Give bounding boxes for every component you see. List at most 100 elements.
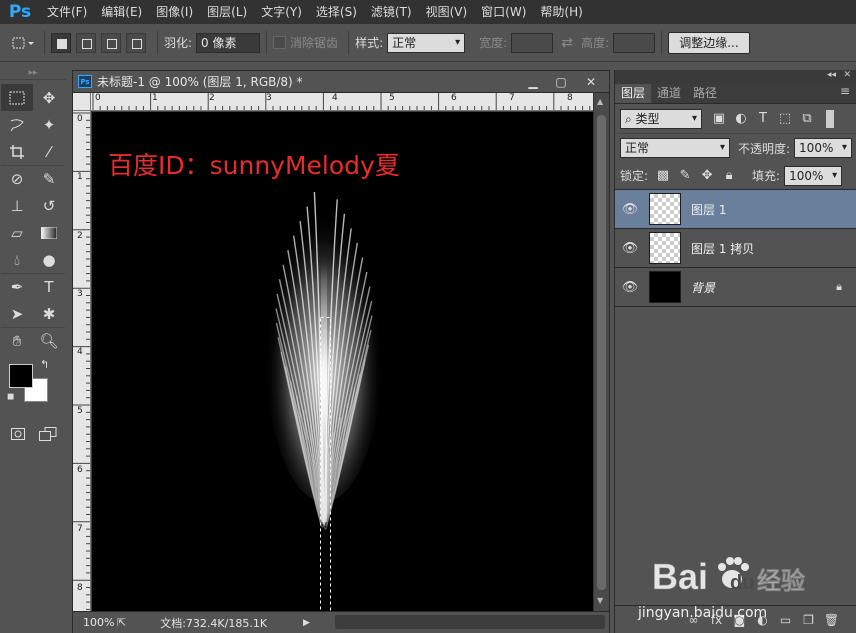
blur-tool-icon[interactable]: 💧︎ (1, 246, 33, 273)
layer-row[interactable]: 👁︎ 图层 1 (615, 190, 856, 229)
scroll-up-icon[interactable]: ▲ (597, 97, 603, 106)
layer-name[interactable]: 背景 (691, 279, 715, 296)
zoom-level[interactable]: 100% (73, 616, 117, 629)
toolbox-grip[interactable]: ▸▸ (0, 66, 66, 80)
vertical-ruler[interactable]: 0 1 2 3 4 5 6 7 8 (73, 111, 91, 611)
menu-file[interactable]: 文件(F) (40, 0, 94, 24)
layer-thumbnail[interactable] (649, 193, 681, 225)
blend-mode-select[interactable]: 正常 (620, 138, 730, 158)
crop-tool-icon[interactable] (1, 138, 33, 165)
layer-thumbnail[interactable] (649, 271, 681, 303)
menu-select[interactable]: 选择(S) (309, 0, 364, 24)
lock-transparency-icon[interactable]: ▩ (652, 168, 674, 183)
screen-mode-icon[interactable] (32, 420, 64, 447)
layer-filter-select[interactable]: ⌕ 类型 (620, 108, 702, 129)
refine-edge-button[interactable]: 调整边缘... (668, 31, 750, 54)
panel-grip[interactable]: ◂◂ ✕ (615, 70, 856, 84)
menu-layer[interactable]: 图层(L) (200, 0, 254, 24)
pixel-filter-icon[interactable]: ▣ (708, 111, 730, 126)
lasso-tool-icon[interactable] (1, 111, 33, 138)
tab-channels[interactable]: 通道 (651, 84, 687, 103)
healing-brush-tool-icon[interactable]: ⊘ (1, 165, 33, 192)
document-size-info[interactable]: 文档:732.4K/185.1K (160, 615, 267, 631)
horizontal-scrollbar[interactable] (335, 615, 605, 629)
type-tool-icon[interactable]: T (33, 273, 65, 300)
horizontal-ruler[interactable]: 0 1 2 3 4 5 6 7 8 (91, 93, 593, 111)
minimize-icon[interactable]: ▁ (521, 74, 545, 90)
foreground-color-swatch[interactable] (9, 364, 33, 388)
smart-object-filter-icon[interactable]: ⧉ (796, 111, 818, 126)
zoom-tool-icon[interactable]: 🔍︎ (33, 327, 65, 354)
eraser-tool-icon[interactable]: ▱ (1, 219, 33, 246)
tab-paths[interactable]: 路径 (687, 84, 723, 103)
style-select[interactable]: 正常 (387, 32, 466, 53)
close-panel-icon[interactable]: ✕ (843, 70, 851, 80)
magic-wand-tool-icon[interactable]: ✦ (33, 111, 65, 138)
fill-input[interactable]: 100% (784, 165, 843, 186)
intersect-selection-button[interactable] (126, 32, 146, 53)
ruler-origin[interactable] (73, 93, 91, 111)
layer-filter-label: 类型 (635, 111, 660, 126)
history-brush-tool-icon[interactable]: ↺ (33, 192, 65, 219)
close-icon[interactable]: ✕ (579, 74, 603, 90)
menu-type[interactable]: 文字(Y) (254, 0, 309, 24)
visibility-eye-icon[interactable]: 👁︎ (615, 241, 645, 256)
lock-position-icon[interactable]: ✥ (696, 168, 718, 183)
brush-tool-icon[interactable]: ✎ (33, 165, 65, 192)
add-to-selection-button[interactable] (76, 32, 96, 53)
share-icon[interactable]: ⇱ (117, 616, 126, 629)
layer-row[interactable]: 👁︎ 图层 1 拷贝 (615, 229, 856, 268)
collapse-panel-icon[interactable]: ◂◂ (827, 70, 836, 80)
default-colors-icon[interactable]: ◼ (7, 392, 14, 402)
eyedropper-tool-icon[interactable]: ⁄ (33, 138, 65, 165)
feather-input[interactable]: 0 像素 (196, 32, 261, 53)
menu-edit[interactable]: 编辑(E) (94, 0, 149, 24)
document-tab[interactable]: Ps 未标题-1 @ 100% (图层 1, RGB/8) * ▁ ▢ ✕ (73, 71, 609, 93)
dodge-tool-icon[interactable]: ● (33, 246, 65, 273)
style-label: 样式: (355, 36, 384, 50)
height-input[interactable] (613, 32, 656, 53)
vertical-scroll-thumb[interactable] (597, 115, 606, 590)
clone-stamp-tool-icon[interactable]: ⊥ (1, 192, 33, 219)
tool-preset-picker[interactable] (8, 32, 38, 54)
opacity-input[interactable]: 100% (794, 138, 853, 158)
layer-name[interactable]: 图层 1 拷贝 (691, 240, 754, 257)
menu-image[interactable]: 图像(I) (149, 0, 200, 24)
move-tool-icon[interactable]: ✥ (33, 84, 65, 111)
gradient-tool-icon[interactable] (33, 219, 65, 246)
width-input[interactable] (511, 32, 554, 53)
adjustment-filter-icon[interactable]: ◐ (730, 111, 752, 126)
menu-filter[interactable]: 滤镜(T) (364, 0, 419, 24)
scroll-down-icon[interactable]: ▼ (597, 596, 603, 605)
layer-name[interactable]: 图层 1 (691, 201, 726, 218)
menu-help[interactable]: 帮助(H) (533, 0, 589, 24)
filter-toggle[interactable] (826, 109, 834, 128)
type-filter-icon[interactable]: T (752, 111, 774, 126)
lock-all-icon[interactable]: 🔒︎ (718, 168, 740, 183)
lock-pixels-icon[interactable]: ✎ (674, 168, 696, 183)
status-menu-arrow-icon[interactable]: ▶ (303, 618, 310, 628)
pen-tool-icon[interactable]: ✒︎ (1, 273, 33, 300)
visibility-eye-icon[interactable]: 👁︎ (615, 280, 645, 295)
swap-width-height-icon[interactable]: ⇄ (553, 35, 581, 51)
new-selection-button[interactable] (51, 32, 71, 53)
custom-shape-tool-icon[interactable]: ✱ (33, 300, 65, 327)
swap-colors-icon[interactable]: ↰ (40, 358, 49, 371)
maximize-icon[interactable]: ▢ (549, 74, 573, 90)
path-selection-tool-icon[interactable]: ➤ (1, 300, 33, 327)
panel-menu-icon[interactable]: ≡ (840, 84, 850, 98)
subtract-from-selection-button[interactable] (101, 32, 121, 53)
vertical-scrollbar[interactable]: ▲ ▼ (593, 93, 609, 611)
menu-view[interactable]: 视图(V) (419, 0, 475, 24)
canvas[interactable]: 百度ID：sunnyMelody夏 (92, 112, 593, 611)
visibility-eye-icon[interactable]: 👁︎ (615, 202, 645, 217)
rectangular-marquee-tool-icon[interactable] (1, 84, 33, 111)
antialias-checkbox[interactable] (273, 36, 287, 49)
tab-layers[interactable]: 图层 (615, 84, 652, 103)
shape-filter-icon[interactable]: ⬚ (774, 111, 796, 126)
layer-row[interactable]: 👁︎ 背景 🔒︎ (615, 268, 856, 307)
menu-window[interactable]: 窗口(W) (474, 0, 533, 24)
layer-thumbnail[interactable] (649, 232, 681, 264)
quick-mask-icon[interactable] (4, 420, 32, 447)
hand-tool-icon[interactable]: ✋︎ (1, 327, 33, 354)
